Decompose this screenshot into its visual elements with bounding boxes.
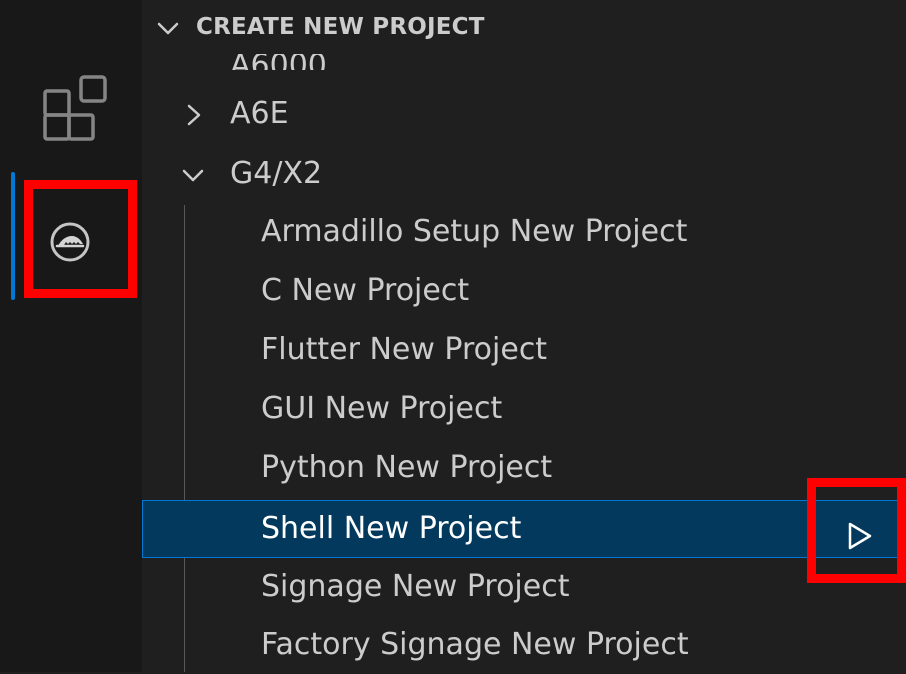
activity-bar (0, 0, 142, 672)
chevron-right-icon (187, 104, 201, 126)
tree-item-label: Flutter New Project (261, 332, 548, 367)
run-icon (848, 522, 872, 550)
tree-item-label: G4/X2 (230, 156, 323, 191)
tree-item-g4-x2[interactable]: G4/X2 (142, 145, 906, 203)
tree-item-label: Python New Project (261, 450, 553, 485)
chevron-down-icon (157, 22, 179, 35)
tree-item-a6e[interactable]: A6E (142, 85, 906, 143)
tree-item-signage-new-project[interactable]: Signage New Project (142, 558, 906, 616)
tree-item-c-new-project[interactable]: C New Project (142, 262, 906, 320)
tree-item-armadillo-setup-new-project[interactable]: Armadillo Setup New Project (142, 203, 906, 261)
tree-item-label: Armadillo Setup New Project (261, 214, 688, 249)
armadillo-icon[interactable] (49, 221, 91, 263)
section-title: CREATE NEW PROJECT (196, 14, 485, 40)
active-view-indicator (11, 172, 15, 300)
chevron-down-icon (182, 169, 204, 182)
tree-item-label: A6E (230, 96, 289, 131)
tree-item-label: Signage New Project (261, 569, 570, 604)
extensions-icon[interactable] (40, 72, 114, 144)
tree-item-python-new-project[interactable]: Python New Project (142, 439, 906, 497)
tree-item-shell-new-project[interactable]: Shell New Project (142, 500, 906, 558)
tree-item-label: C New Project (261, 273, 470, 308)
tree-item-gui-new-project[interactable]: GUI New Project (142, 380, 906, 438)
section-header[interactable]: CREATE NEW PROJECT (142, 0, 906, 54)
tree-item-factory-signage-new-project[interactable]: Factory Signage New Project (142, 616, 906, 674)
run-button[interactable] (827, 507, 893, 565)
tree-item-label: Shell New Project (261, 511, 522, 546)
tree-item-label: GUI New Project (261, 391, 503, 426)
tree-item-label: Factory Signage New Project (261, 627, 689, 662)
tree-item-flutter-new-project[interactable]: Flutter New Project (142, 321, 906, 379)
